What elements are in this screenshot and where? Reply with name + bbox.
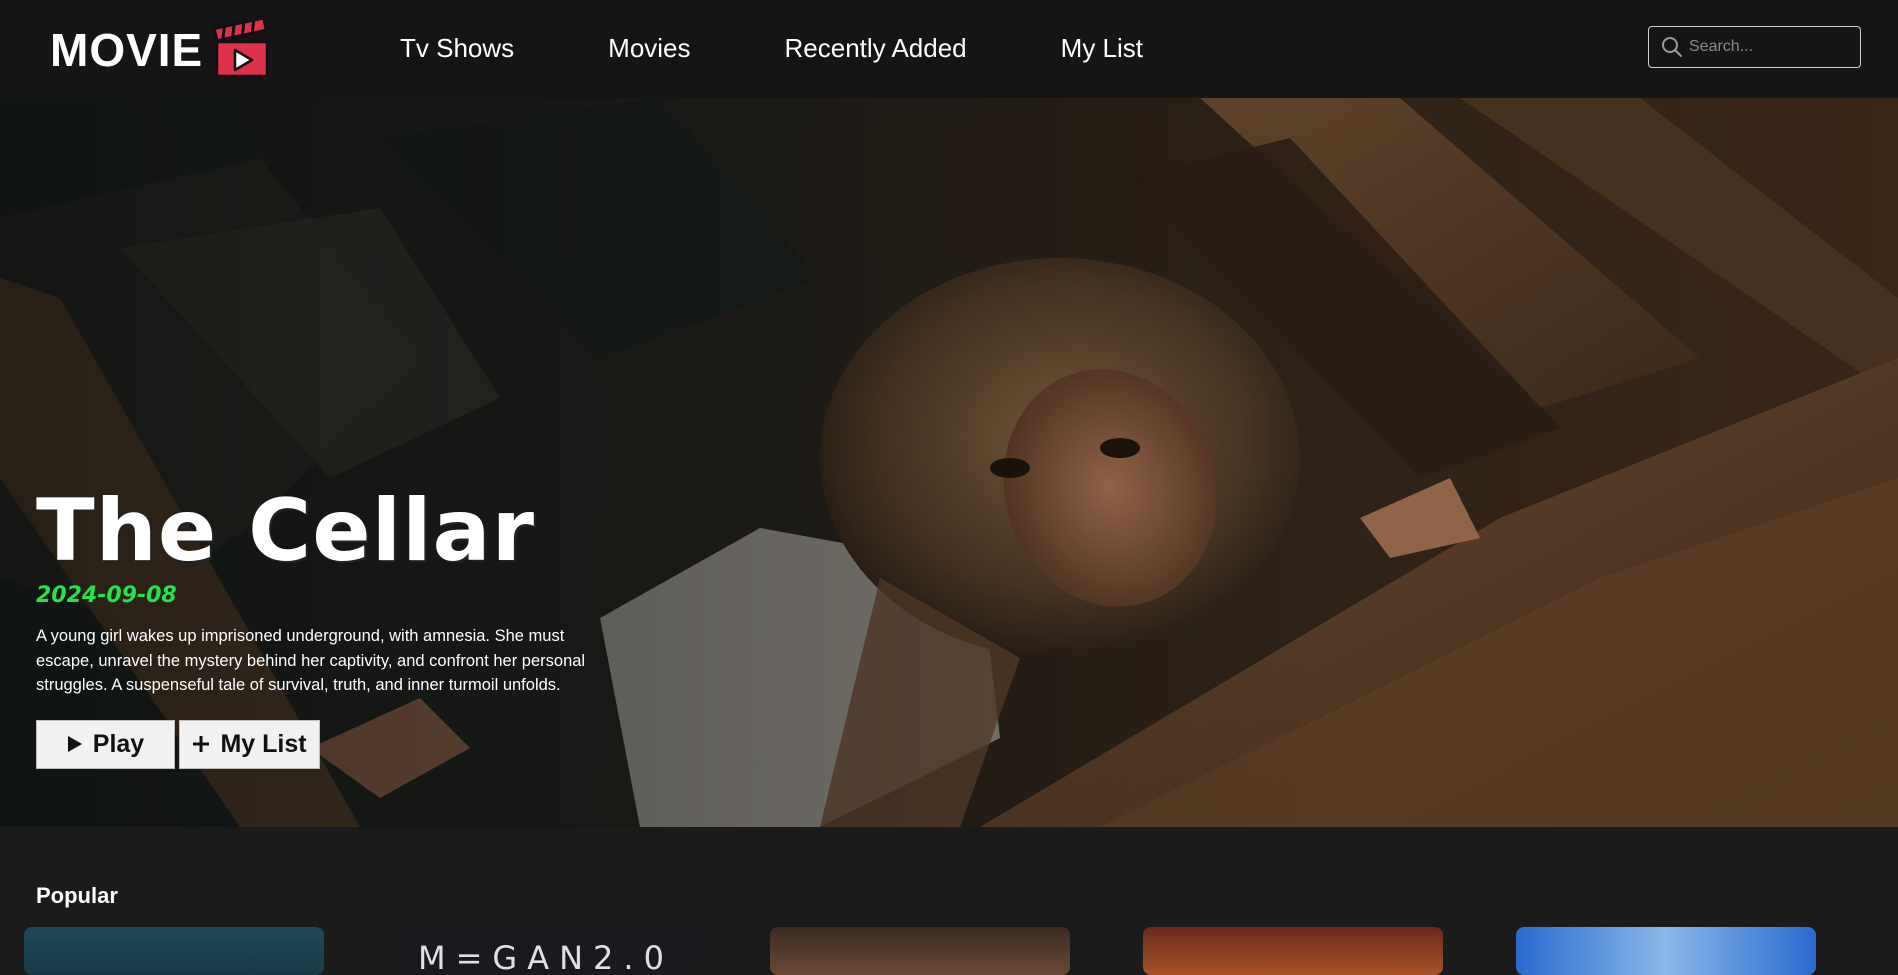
play-button-label: Play <box>92 729 145 758</box>
logo[interactable]: MOVIE <box>50 20 269 80</box>
plus-icon <box>193 736 210 752</box>
hero-title: The Cellar <box>36 481 535 581</box>
nav-my-list[interactable]: My List <box>1061 26 1143 70</box>
hero-release-date: 2024-09-08 <box>36 583 177 608</box>
logo-text: MOVIE <box>50 24 204 76</box>
hero-banner: The Cellar 2024-09-08 A young girl wakes… <box>0 98 1898 827</box>
nav-tv-shows[interactable]: Tv Shows <box>400 26 514 70</box>
popular-row: M=GAN2.0 <box>24 927 1898 975</box>
search-box[interactable] <box>1648 26 1861 68</box>
hero-actions: Play My List <box>36 719 636 769</box>
my-list-button-label: My List <box>220 729 307 758</box>
clapperboard-play-icon <box>213 20 269 78</box>
main-nav: Tv Shows Movies Recently Added My List <box>400 26 1237 70</box>
hero-description: A young girl wakes up imprisoned undergr… <box>36 627 586 694</box>
play-icon <box>67 736 82 752</box>
play-button[interactable]: Play <box>36 719 175 769</box>
add-to-my-list-button[interactable]: My List <box>179 719 320 769</box>
top-nav-bar: MOVIE Tv Shows Movies Recently Added My … <box>0 0 1898 98</box>
search-icon <box>1662 37 1682 57</box>
nav-movies[interactable]: Movies <box>608 26 690 70</box>
hero-content: The Cellar 2024-09-08 A young girl wakes… <box>36 483 636 769</box>
nav-recently-added[interactable]: Recently Added <box>785 26 967 70</box>
search-input[interactable] <box>1687 37 1851 57</box>
section-title-popular: Popular <box>36 883 118 908</box>
